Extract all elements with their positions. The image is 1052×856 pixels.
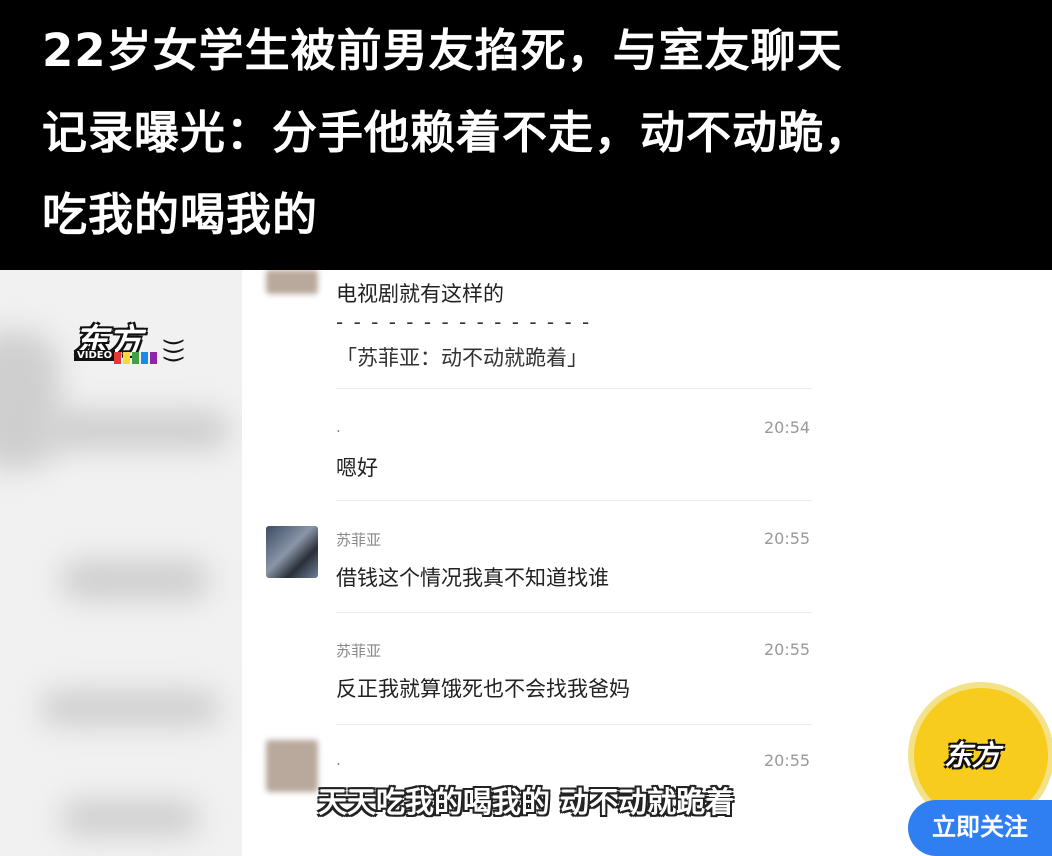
dongfang-video-logo: 东方 VIDEO ))) <box>72 314 186 370</box>
headline-line-1: 22岁女学生被前男友掐死，与室友聊天 <box>42 24 843 77</box>
avatar-sufeiya <box>266 526 318 578</box>
message-time: 20:55 <box>764 751 811 770</box>
message-time: 20:55 <box>764 529 811 548</box>
sender-name: . <box>336 751 341 769</box>
headline-banner: 22岁女学生被前男友掐死，与室友聊天 记录曝光：分手他赖着不走，动不动跪， 吃我… <box>0 0 1052 270</box>
headline-title: 22岁女学生被前男友掐死，与室友聊天 记录曝光：分手他赖着不走，动不动跪， 吃我… <box>42 10 1022 256</box>
message-divider <box>336 612 812 613</box>
signal-waves-icon: ))) <box>160 337 186 364</box>
avatar-blurred <box>266 740 318 792</box>
video-subtitle: 天天吃我的喝我的 动不动就跪着 <box>318 785 735 819</box>
message-time: 20:55 <box>764 640 811 659</box>
message-text: 嗯好 <box>336 456 378 480</box>
message-divider <box>336 724 812 725</box>
chat-history-screenshot: 电视剧就有这样的 - - - - - - - - - - - - - - - 「… <box>242 270 842 856</box>
message-text: 电视剧就有这样的 <box>336 282 504 306</box>
logo-video-label: VIDEO <box>74 350 116 361</box>
sender-name: 苏菲亚 <box>336 531 382 549</box>
quoted-reply: 「苏菲亚：动不动就跪着」 <box>336 346 588 370</box>
message-text: 反正我就算饿死也不会找我爸妈 <box>336 677 630 701</box>
message-text: 借钱这个情况我真不知道找谁 <box>336 566 609 590</box>
message-divider <box>336 388 812 389</box>
message-time: 20:54 <box>764 418 811 437</box>
message-divider <box>336 500 812 501</box>
avatar-blurred <box>266 270 318 294</box>
sender-name: . <box>336 418 341 436</box>
channel-avatar-logo: 东方 <box>944 739 1001 772</box>
headline-line-2: 记录曝光：分手他赖着不走，动不动跪， <box>42 106 871 159</box>
sender-name: 苏菲亚 <box>336 642 382 660</box>
follow-button[interactable]: 立即关注 <box>908 800 1052 856</box>
quote-separator: - - - - - - - - - - - - - - - <box>336 310 592 334</box>
headline-line-3: 吃我的喝我的 <box>42 188 319 241</box>
